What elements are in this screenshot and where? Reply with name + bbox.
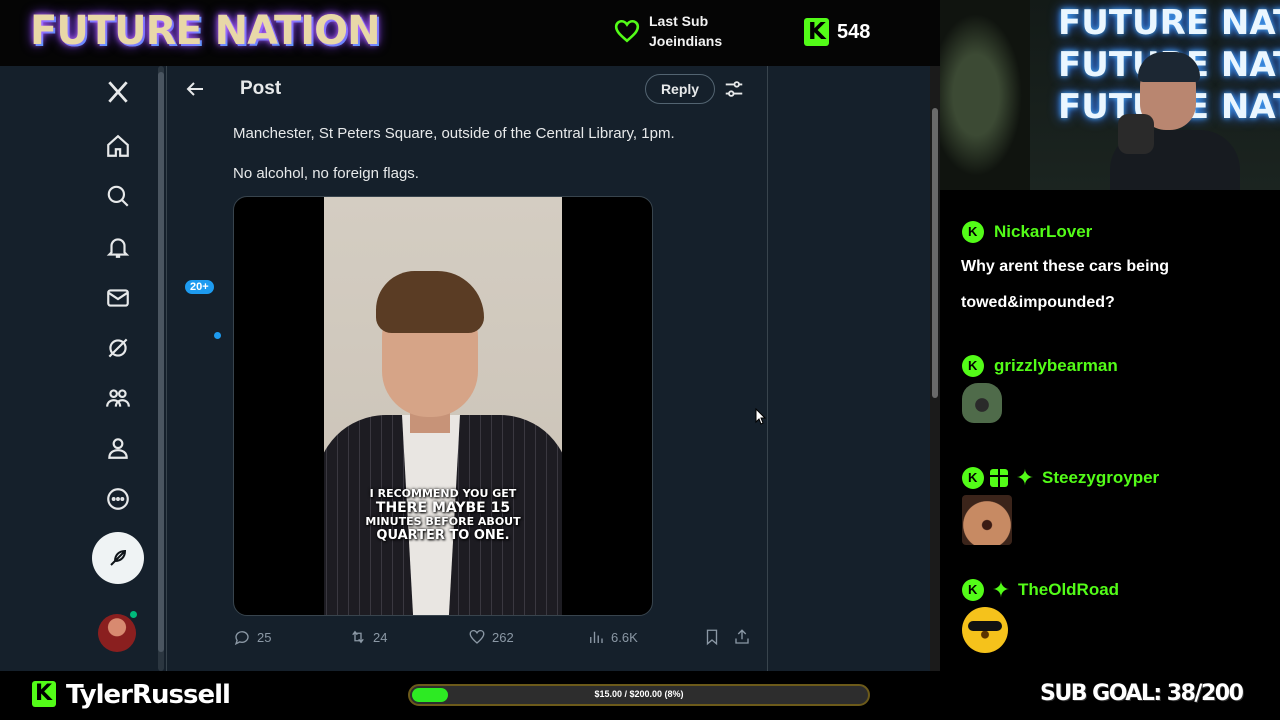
reply-action[interactable]: 25: [233, 628, 271, 646]
tweet-text-line: Manchester, St Peters Square, outside of…: [233, 125, 675, 142]
follower-widget: 548: [804, 18, 870, 46]
sub-goal: SUB GOAL: 38/200: [1040, 681, 1244, 706]
settings-sliders-icon[interactable]: [723, 78, 745, 100]
chat-username[interactable]: grizzlybearman: [994, 356, 1118, 376]
tweet-actions: 25 24 262 6.6K: [233, 628, 753, 650]
search-icon[interactable]: [104, 182, 132, 210]
bell-icon[interactable]: [104, 233, 132, 261]
kick-icon: [962, 355, 984, 377]
kick-icon: [962, 467, 984, 489]
analytics-icon: [590, 631, 603, 643]
bookmark-action[interactable]: [703, 628, 721, 646]
video-frame: I RECOMMEND YOU GET THERE MAYBE 15 MINUT…: [324, 197, 562, 615]
view-count: 6.6K: [611, 629, 638, 645]
chat-message: ✦ Steezygroyper: [962, 467, 1262, 545]
brand-title: FUTURE NATION: [30, 8, 381, 54]
more-icon[interactable]: [104, 485, 132, 513]
microphone-icon: [1118, 114, 1154, 154]
streamer-name: TylerRussell: [66, 680, 231, 710]
star-icon: ✦: [991, 577, 1011, 602]
last-sub-name: Joeindians: [649, 33, 723, 49]
online-dot: [130, 611, 137, 618]
chat-username[interactable]: NickarLover: [994, 222, 1092, 242]
browser-twitter: 20+ Post Reply Manchester, St Peters Squ…: [0, 66, 940, 671]
heart-icon: [614, 19, 640, 43]
bookmark-icon: [706, 629, 718, 646]
profile-icon[interactable]: [104, 434, 132, 462]
streamer-figure: [1110, 48, 1240, 190]
stream-overlay: FUTURE NATION Last Sub Joeindians 548: [0, 0, 1280, 720]
kick-icon: [962, 579, 984, 601]
home-icon[interactable]: [104, 132, 132, 160]
face-emote: [962, 495, 1012, 545]
page-scroll-thumb[interactable]: [932, 108, 938, 398]
sidebar-scroll-thumb[interactable]: [158, 72, 164, 652]
bottom-bar: TylerRussell $15.00 / $200.00 (8%) SUB G…: [0, 671, 1280, 720]
kick-logo-icon: [32, 681, 56, 707]
communities-icon[interactable]: [104, 384, 132, 412]
post-column: Post Reply Manchester, St Peters Square,…: [166, 66, 768, 671]
views-action[interactable]: 6.6K: [587, 628, 638, 646]
post-header: Post Reply: [167, 66, 767, 112]
yelling-emote: [962, 383, 1002, 423]
grok-icon[interactable]: [104, 334, 132, 362]
chat-username[interactable]: TheOldRoad: [1018, 580, 1119, 600]
mouse-pointer-icon: [755, 408, 766, 425]
kick-icon: [962, 221, 984, 243]
account-avatar[interactable]: [98, 614, 136, 652]
reply-button[interactable]: Reply: [645, 74, 715, 104]
like-heart-icon: [469, 629, 485, 644]
video-caption: I RECOMMEND YOU GET THERE MAYBE 15 MINUT…: [365, 487, 521, 543]
kick-logo-icon: [804, 18, 829, 46]
repost-count: 24: [373, 629, 388, 645]
share-action[interactable]: [733, 628, 751, 646]
share-icon: [735, 629, 749, 644]
chat-username[interactable]: Steezygroyper: [1042, 468, 1159, 488]
webcam-feed: FUTURE NATION FUTURE NATION FUTURE NATIO…: [940, 0, 1280, 190]
page-title: Post: [240, 78, 282, 99]
like-count: 262: [492, 629, 514, 645]
video-player[interactable]: I RECOMMEND YOU GET THERE MAYBE 15 MINUT…: [233, 196, 653, 616]
comment-icon: [234, 631, 249, 646]
goal-progress-text: $15.00 / $200.00 (8%): [594, 689, 684, 699]
like-action[interactable]: 262: [468, 628, 514, 646]
tweet-text-line: No alcohol, no foreign flags.: [233, 165, 419, 182]
chat-message: grizzlybearman: [962, 355, 1262, 423]
mail-icon[interactable]: [104, 284, 132, 312]
feather-icon: [110, 549, 127, 566]
x-logo-icon[interactable]: [104, 78, 132, 106]
last-sub-label: Last Sub: [649, 13, 709, 29]
reply-count: 25: [257, 629, 272, 645]
repost-icon: [352, 630, 364, 644]
chat-message: NickarLover Why arent these cars being t…: [961, 221, 1262, 321]
star-icon: ✦: [1015, 465, 1035, 490]
compose-button[interactable]: [92, 532, 144, 584]
gift-icon: [990, 469, 1008, 487]
chat-panel: NickarLover Why arent these cars being t…: [940, 190, 1280, 671]
goal-progress-bar: $15.00 / $200.00 (8%): [408, 684, 870, 706]
chat-text: Why arent these cars being towed&impound…: [961, 258, 1170, 311]
top-bar: FUTURE NATION Last Sub Joeindians 548: [0, 0, 940, 66]
follower-count: 548: [837, 20, 871, 43]
chat-message: ✦ TheOldRoad: [962, 579, 1262, 653]
repost-action[interactable]: 24: [349, 628, 387, 646]
back-arrow-icon[interactable]: [183, 77, 207, 101]
sunglasses-emote: [962, 607, 1008, 653]
last-sub-widget: Last Sub Joeindians: [614, 11, 722, 51]
